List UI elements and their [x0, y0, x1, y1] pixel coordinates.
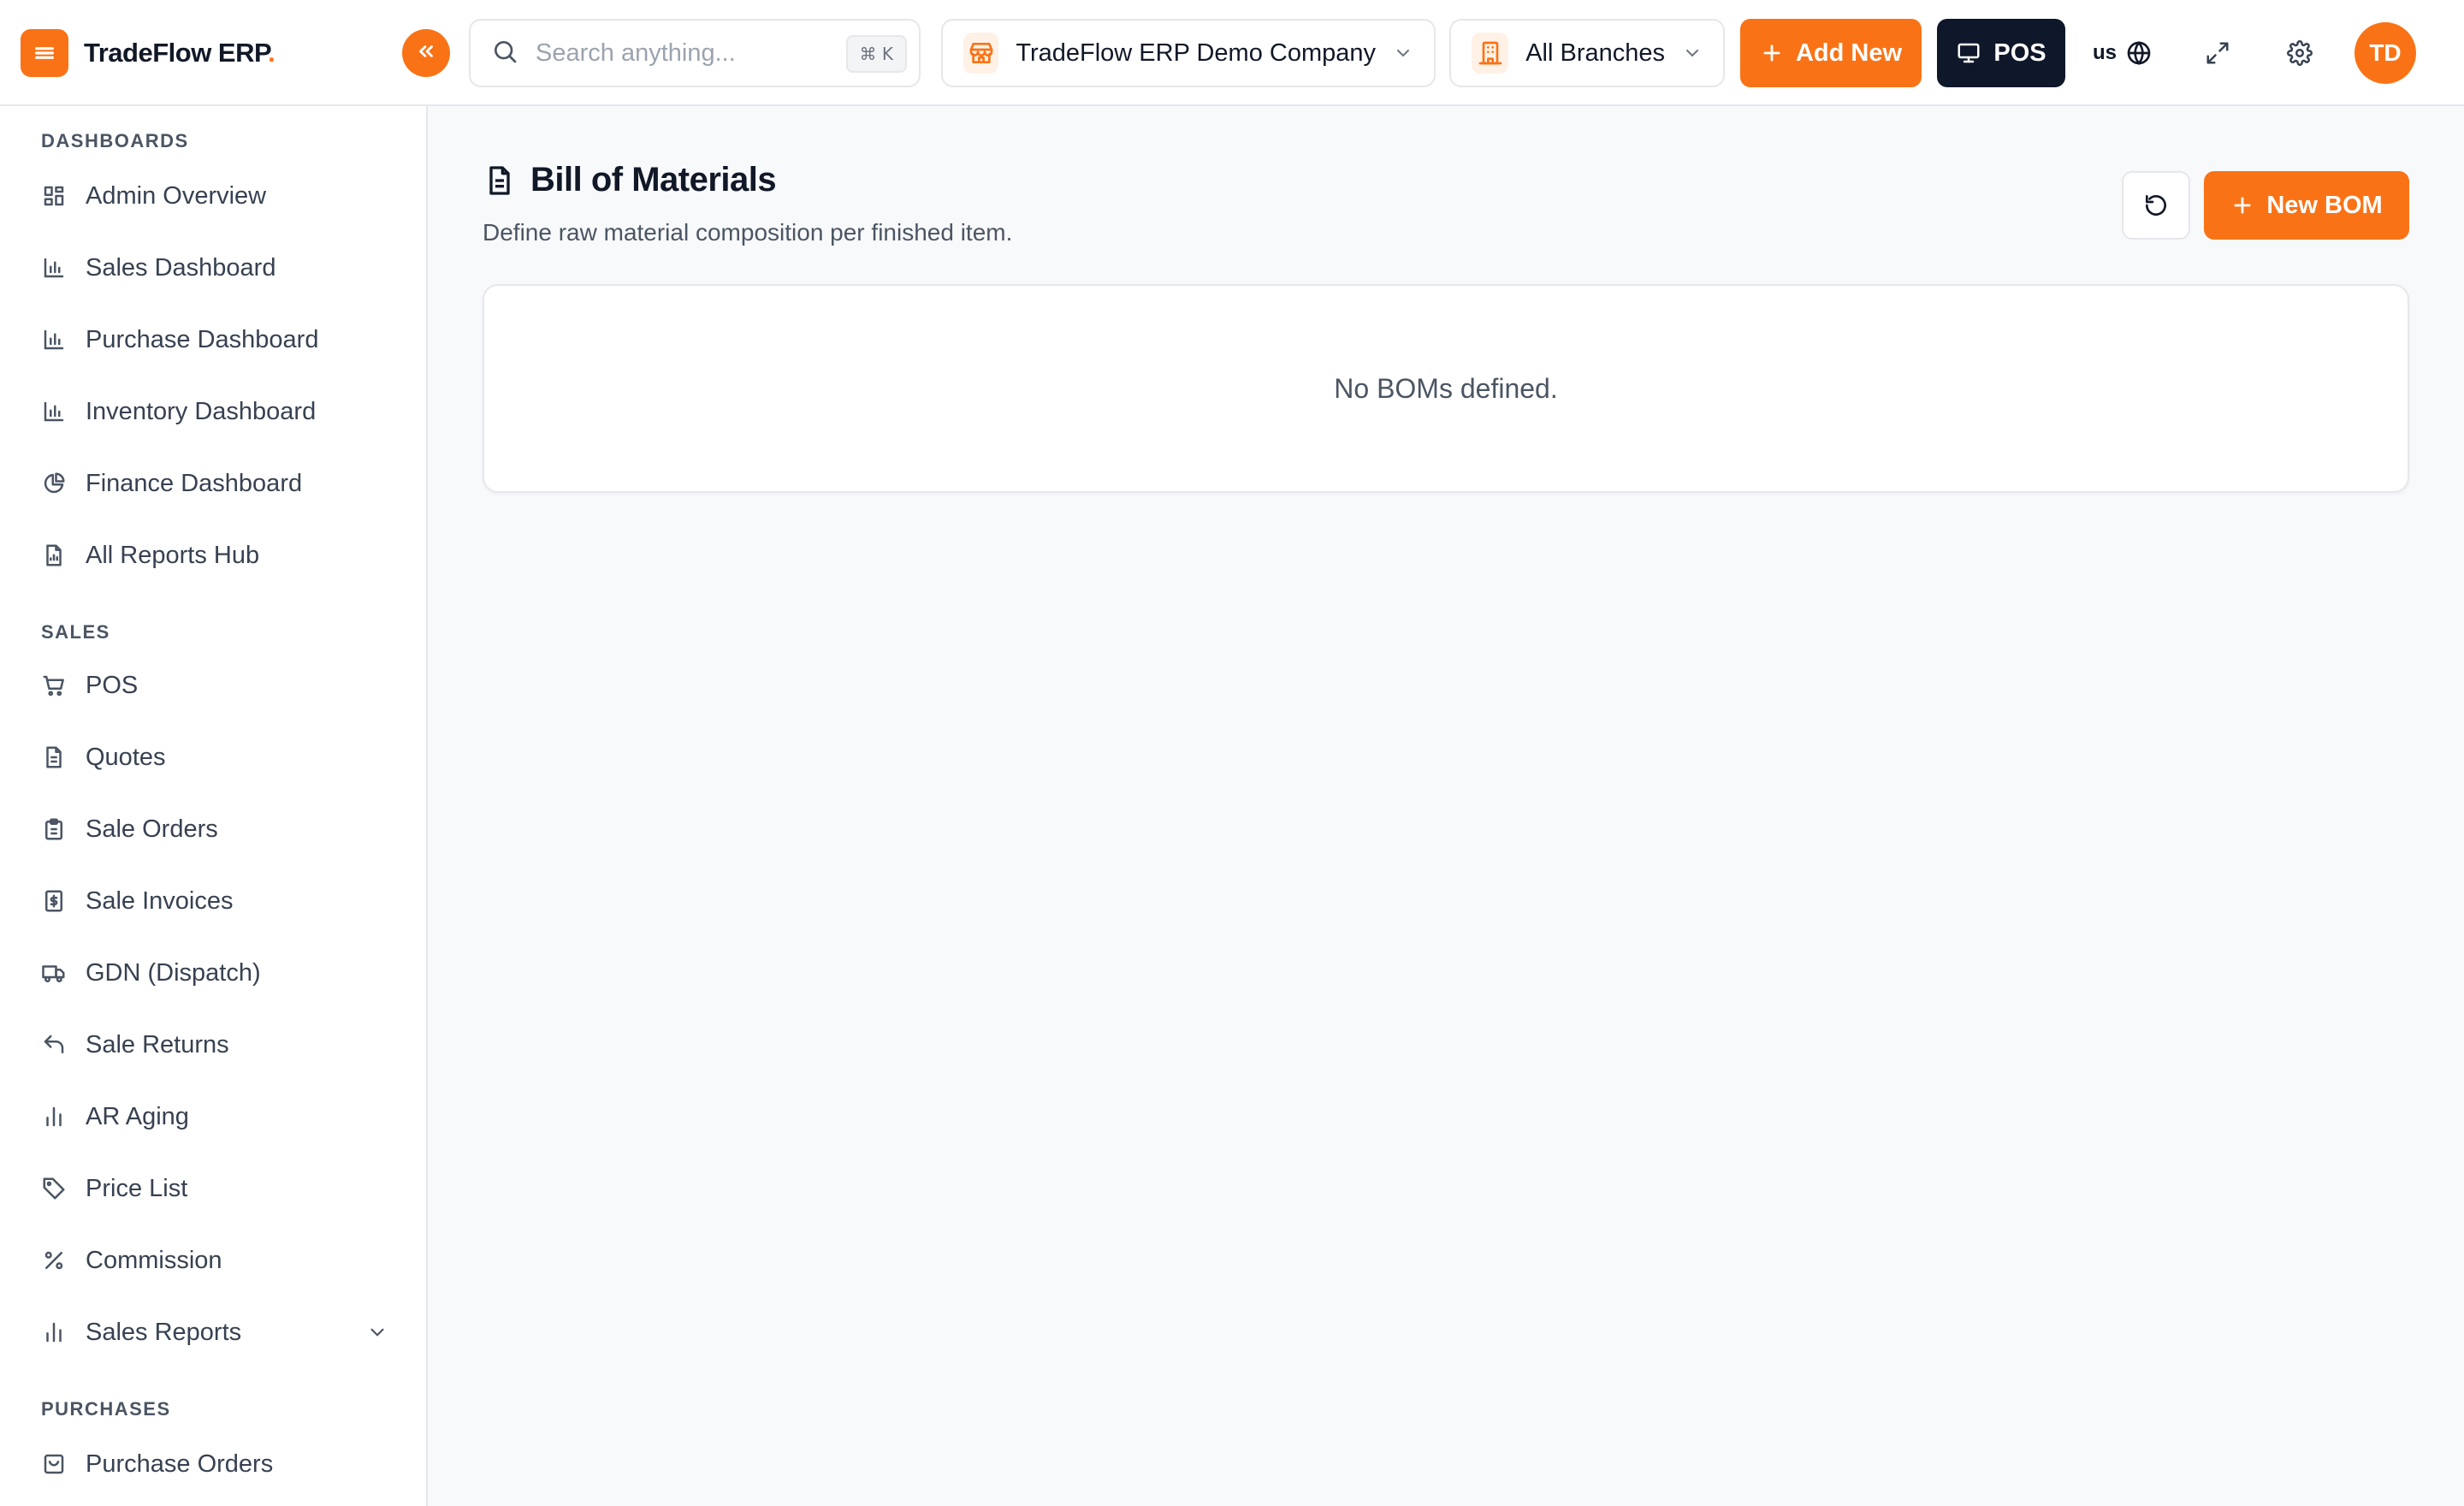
new-bom-label: New BOM: [2266, 191, 2383, 219]
sidebar-item-label: Admin Overview: [86, 181, 267, 210]
sidebar-item-label: POS: [86, 671, 139, 699]
new-bom-button[interactable]: New BOM: [2204, 171, 2409, 240]
tag-icon: [39, 1174, 68, 1203]
fullscreen-button[interactable]: [2197, 33, 2238, 74]
search-icon: [491, 38, 518, 69]
bar-chart-icon: [39, 325, 68, 354]
menu-icon: [21, 29, 68, 77]
sidebar-item-label: Sales Reports: [86, 1318, 242, 1346]
sidebar: DASHBOARDS Admin Overview Sales Dashboar…: [0, 106, 428, 1506]
add-new-label: Add New: [1795, 39, 1903, 67]
company-selector[interactable]: TradeFlow ERP Demo Company: [941, 19, 1436, 87]
plus-icon: [1760, 41, 1784, 65]
brand-name: TradeFlow ERP.: [84, 38, 275, 68]
language-code: us: [2093, 41, 2118, 64]
shopping-bag-icon: [39, 1450, 68, 1479]
plus-icon: [2230, 193, 2254, 217]
page-subtitle: Define raw material composition per fini…: [483, 219, 1013, 246]
sidebar-item-inventory-dashboard[interactable]: Inventory Dashboard: [21, 382, 397, 442]
percent-icon: [39, 1246, 68, 1275]
file-report-icon: [39, 541, 68, 570]
dollar-file-icon: [39, 886, 68, 916]
sidebar-item-purchase-dashboard[interactable]: Purchase Dashboard: [21, 310, 397, 370]
sidebar-item-pos[interactable]: POS: [21, 655, 397, 715]
refresh-icon: [2142, 192, 2170, 219]
sidebar-item-sale-invoices[interactable]: Sale Invoices: [21, 871, 397, 931]
sidebar-item-label: AR Aging: [86, 1102, 189, 1130]
bar-chart-icon: [39, 397, 68, 426]
clipboard-icon: [39, 815, 68, 844]
chevron-down-icon[interactable]: [366, 1321, 388, 1348]
sidebar-item-label: Sales Dashboard: [86, 253, 276, 282]
bar-chart-simple-icon: [39, 1102, 68, 1131]
sidebar-item-purchase-orders[interactable]: Purchase Orders: [21, 1434, 397, 1494]
section-label-sales: SALES: [41, 621, 110, 643]
sidebar-item-label: Inventory Dashboard: [86, 397, 317, 425]
language-switcher[interactable]: us: [2093, 34, 2153, 72]
sidebar-item-sales-dashboard[interactable]: Sales Dashboard: [21, 238, 397, 298]
sidebar-item-label: Purchase Orders: [86, 1450, 274, 1478]
shortcut-hint: ⌘ K: [845, 35, 907, 73]
expand-icon: [2205, 40, 2230, 66]
gear-icon: [2287, 40, 2313, 66]
bom-list-card: No BOMs defined.: [483, 284, 2409, 493]
layout-grid-icon: [39, 181, 68, 210]
sidebar-item-label: Sale Returns: [86, 1030, 229, 1058]
sidebar-item-sale-orders[interactable]: Sale Orders: [21, 799, 397, 859]
sidebar-item-label: Finance Dashboard: [86, 469, 303, 497]
add-new-button[interactable]: Add New: [1740, 19, 1922, 87]
sidebar-item-label: Purchase Dashboard: [86, 325, 319, 353]
search-input[interactable]: [536, 39, 826, 68]
avatar[interactable]: TD: [2354, 22, 2416, 84]
page-header: Bill of Materials: [483, 161, 777, 199]
double-chevron-left-icon: [415, 40, 437, 67]
section-label-dashboards: DASHBOARDS: [41, 130, 189, 151]
file-text-icon: [483, 163, 517, 198]
sidebar-item-label: Commission: [86, 1246, 222, 1274]
store-icon: [963, 33, 999, 74]
bar-chart-icon: [39, 253, 68, 282]
globe-icon: [2125, 39, 2153, 67]
top-bar: TradeFlow ERP. ⌘ K TradeFlow ERP Demo Co…: [0, 0, 2464, 106]
truck-icon: [39, 958, 68, 987]
empty-state-message: No BOMs defined.: [1334, 372, 1558, 404]
settings-button[interactable]: [2279, 33, 2320, 74]
chevron-down-icon: [1682, 43, 1703, 63]
sidebar-item-quotes[interactable]: Quotes: [21, 727, 397, 787]
sidebar-item-ar-aging[interactable]: AR Aging: [21, 1087, 397, 1147]
search-box[interactable]: ⌘ K: [469, 19, 921, 87]
collapse-sidebar-button[interactable]: [402, 29, 450, 77]
brand[interactable]: TradeFlow ERP.: [21, 27, 275, 80]
file-text-icon: [39, 743, 68, 772]
bar-chart-simple-icon: [39, 1318, 68, 1347]
sidebar-item-label: Price List: [86, 1174, 188, 1202]
sidebar-item-label: Sale Invoices: [86, 886, 234, 915]
sidebar-item-label: Quotes: [86, 743, 166, 771]
sidebar-item-commission[interactable]: Commission: [21, 1230, 397, 1290]
pie-chart-icon: [39, 469, 68, 498]
sidebar-item-all-reports-hub[interactable]: All Reports Hub: [21, 525, 397, 585]
sidebar-item-sale-returns[interactable]: Sale Returns: [21, 1015, 397, 1075]
sidebar-item-label: GDN (Dispatch): [86, 958, 261, 987]
monitor-icon: [1956, 40, 1981, 66]
undo-icon: [39, 1030, 68, 1059]
building-icon: [1472, 33, 1509, 74]
sidebar-item-label: Sale Orders: [86, 815, 218, 843]
page-title: Bill of Materials: [530, 161, 777, 199]
sidebar-item-price-list[interactable]: Price List: [21, 1159, 397, 1218]
sidebar-item-label: All Reports Hub: [86, 541, 260, 569]
chevron-down-icon: [1393, 43, 1413, 63]
branch-selector[interactable]: All Branches: [1449, 19, 1725, 87]
pos-button[interactable]: POS: [1937, 19, 2065, 87]
section-label-purchases: PURCHASES: [41, 1398, 171, 1420]
branch-selector-label: All Branches: [1525, 39, 1665, 67]
sidebar-item-sales-reports[interactable]: Sales Reports: [21, 1302, 397, 1362]
sidebar-item-gdn-dispatch[interactable]: GDN (Dispatch): [21, 943, 397, 1003]
pos-label: POS: [1993, 39, 2046, 67]
sidebar-item-admin-overview[interactable]: Admin Overview: [21, 166, 397, 226]
company-selector-label: TradeFlow ERP Demo Company: [1016, 39, 1376, 67]
sidebar-item-finance-dashboard[interactable]: Finance Dashboard: [21, 454, 397, 513]
refresh-button[interactable]: [2122, 171, 2190, 240]
cart-icon: [39, 671, 68, 700]
